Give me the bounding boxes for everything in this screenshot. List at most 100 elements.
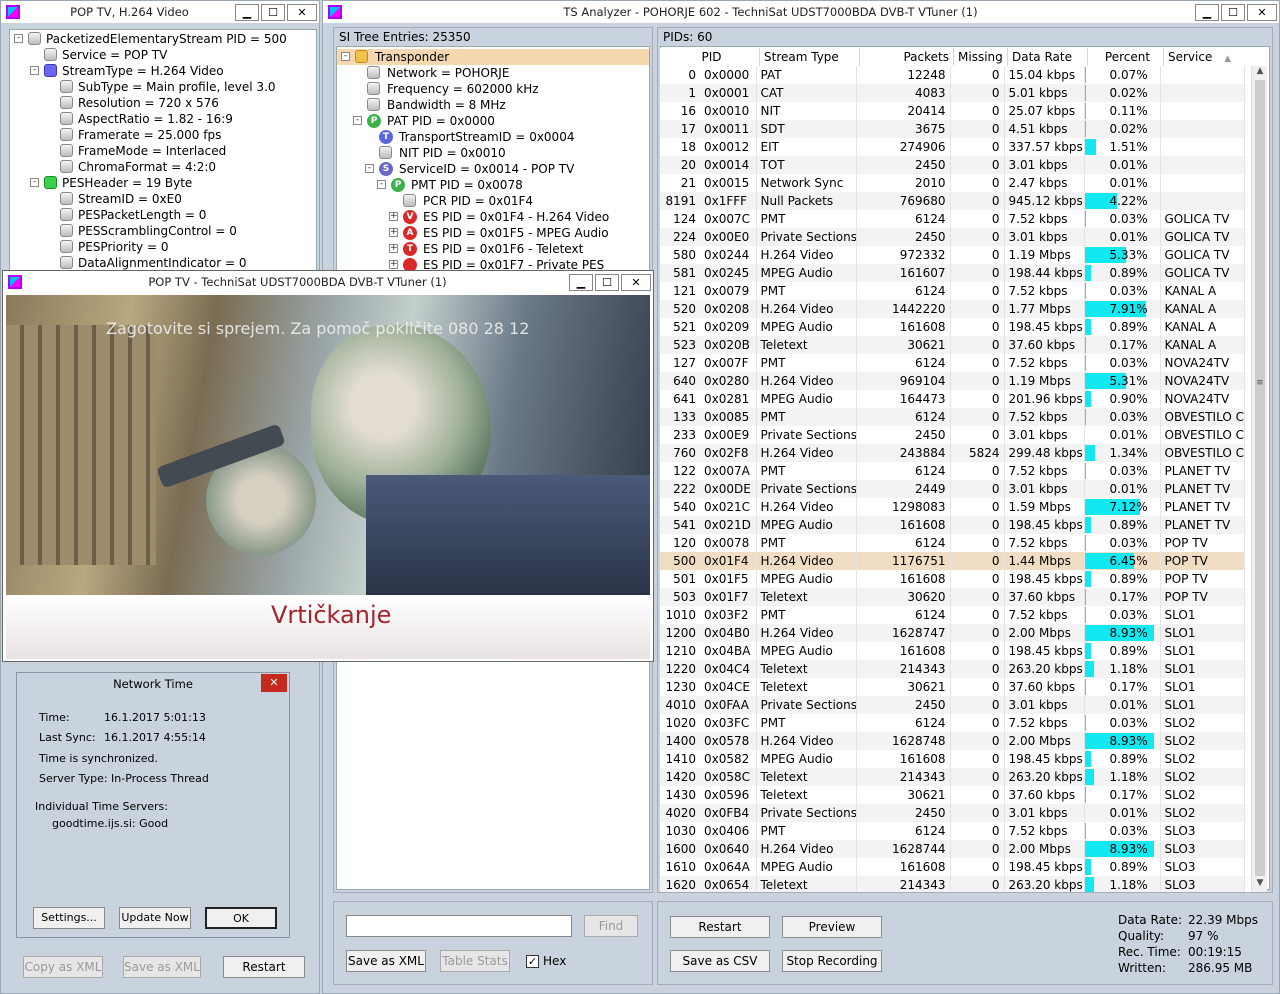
pid-row[interactable]: 540 0x021C H.264 Video 1298083 0 1.59 Mbps 7.1…	[660, 498, 1245, 516]
pid-row[interactable]: 1410 0x0582 MPEG Audio 161608 0 198.45 kbps 0.…	[660, 750, 1245, 768]
network-time-titlebar[interactable]: Network Time ✕	[17, 673, 289, 695]
pid-row[interactable]: 1020 0x03FC PMT 6124 0 7.52 kbps 0.03% SLO2	[660, 714, 1245, 732]
tree-expander-icon[interactable]: -	[377, 180, 386, 189]
pes-tree-node[interactable]: StreamID = 0xE0	[10, 191, 316, 207]
pes-save-as-xml-button[interactable]: Save as XML	[123, 956, 201, 978]
pids-table-body[interactable]: 0 0x0000 PAT 12248 0 15.04 kbps 0.07% 1 0x0001 CA…	[660, 66, 1251, 892]
preview-button[interactable]: Preview	[782, 916, 882, 938]
stop-recording-button[interactable]: Stop Recording	[782, 950, 882, 972]
pid-row[interactable]: 8191 0x1FFF Null Packets 769680 0 945.12 kbps…	[660, 192, 1245, 210]
pes-restart-button[interactable]: Restart	[223, 956, 305, 978]
si-tree-node[interactable]: NIT PID = 0x0010	[337, 145, 649, 161]
tree-expander-icon[interactable]: +	[389, 244, 398, 253]
hex-checkbox[interactable]: ✓	[526, 955, 539, 968]
maximize-icon[interactable]: ☐	[1221, 3, 1245, 21]
pes-tree-node[interactable]: Service = POP TV	[10, 47, 316, 63]
pes-tree-node[interactable]: Resolution = 720 x 576	[10, 95, 316, 111]
pes-tree-node[interactable]: DataAlignmentIndicator = 0	[10, 255, 316, 271]
tree-expander-icon[interactable]: -	[30, 66, 39, 75]
tree-expander-icon[interactable]: +	[389, 212, 398, 221]
tree-expander-icon[interactable]: -	[14, 34, 23, 43]
maximize-icon[interactable]: ☐	[261, 3, 285, 21]
save-as-csv-button[interactable]: Save as CSV	[670, 950, 770, 972]
pes-tree-node[interactable]: PESPacketLength = 0	[10, 207, 316, 223]
si-tree-node[interactable]: PCR PID = 0x01F4	[337, 193, 649, 209]
col-stream-type[interactable]: Stream Type	[760, 48, 860, 66]
pes-tree[interactable]: - PacketizedElementaryStream PID = 500 Ser…	[9, 29, 317, 274]
pes-tree-node[interactable]: - PESHeader = 19 Byte	[10, 175, 316, 191]
col-packets[interactable]: Packets	[860, 48, 954, 66]
pid-row[interactable]: 16 0x0010 NIT 20414 0 25.07 kbps 0.11%	[660, 102, 1245, 120]
pid-row[interactable]: 222 0x00DE Private Sections 2449 0 3.01 kbps 0…	[660, 480, 1245, 498]
tree-expander-icon[interactable]: +	[389, 260, 398, 269]
ok-button[interactable]: OK	[205, 907, 277, 929]
pid-row[interactable]: 233 0x00E9 Private Sections 2450 0 3.01 kbps 0…	[660, 426, 1245, 444]
dialog-close-icon[interactable]: ✕	[261, 674, 287, 692]
tree-expander-icon[interactable]: -	[341, 52, 350, 61]
si-tree-node[interactable]: Frequency = 602000 kHz	[337, 81, 649, 97]
pid-row[interactable]: 501 0x01F5 MPEG Audio 161608 0 198.45 kbps 0.8…	[660, 570, 1245, 588]
pes-tree-node[interactable]: SubType = Main profile, level 3.0	[10, 79, 316, 95]
pid-row[interactable]: 21 0x0015 Network Sync 2010 0 2.47 kbps 0.01%	[660, 174, 1245, 192]
pes-titlebar[interactable]: POP TV, H.264 Video ▁ ☐ ✕	[1, 1, 319, 23]
main-titlebar[interactable]: TS Analyzer - POHORJE 602 - TechniSat UD…	[323, 1, 1279, 23]
tree-expander-icon[interactable]: -	[353, 116, 362, 125]
pid-row[interactable]: 18 0x0012 EIT 274906 0 337.57 kbps 1.51%	[660, 138, 1245, 156]
pid-row[interactable]: 224 0x00E0 Private Sections 2450 0 3.01 kbps 0…	[660, 228, 1245, 246]
scroll-thumb[interactable]	[1255, 80, 1265, 876]
si-tree-node[interactable]: + T ES PID = 0x01F6 - Teletext	[337, 241, 649, 257]
tree-expander-icon[interactable]: -	[365, 164, 374, 173]
settings-button[interactable]: Settings...	[33, 907, 105, 929]
si-tree-node[interactable]: Network = POHORJE	[337, 65, 649, 81]
pid-row[interactable]: 122 0x007A PMT 6124 0 7.52 kbps 0.03% PLANET TV	[660, 462, 1245, 480]
pid-row[interactable]: 1430 0x0596 Teletext 30621 0 37.60 kbps 0.17% S…	[660, 786, 1245, 804]
minimize-icon[interactable]: ▁	[569, 273, 593, 291]
pids-scrollbar[interactable]: ▲ ≡ ▼	[1251, 66, 1267, 892]
table-stats-button[interactable]: Table Stats	[440, 950, 510, 972]
pid-row[interactable]: 503 0x01F7 Teletext 30620 0 37.60 kbps 0.17% PO…	[660, 588, 1245, 606]
pes-tree-node[interactable]: - PacketizedElementaryStream PID = 500	[10, 31, 316, 47]
pes-tree-node[interactable]: PESScramblingControl = 0	[10, 223, 316, 239]
pid-row[interactable]: 133 0x0085 PMT 6124 0 7.52 kbps 0.03% OBVESTILO…	[660, 408, 1245, 426]
pid-row[interactable]: 523 0x020B Teletext 30621 0 37.60 kbps 0.17% KA…	[660, 336, 1245, 354]
close-icon[interactable]: ✕	[621, 273, 651, 291]
tree-expander-icon[interactable]: +	[389, 228, 398, 237]
pes-tree-node[interactable]: ChromaFormat = 4:2:0	[10, 159, 316, 175]
video-titlebar[interactable]: POP TV - TechniSat UDST7000BDA DVB-T VTu…	[3, 271, 653, 293]
pid-row[interactable]: 1610 0x064A MPEG Audio 161608 0 198.45 kbps 0.…	[660, 858, 1245, 876]
find-input[interactable]	[346, 915, 572, 937]
pid-row[interactable]: 4010 0x0FAA Private Sections 2450 0 3.01 kbps…	[660, 696, 1245, 714]
pid-row[interactable]: 1400 0x0578 H.264 Video 1628748 0 2.00 Mbps 8.…	[660, 732, 1245, 750]
pid-row[interactable]: 20 0x0014 TOT 2450 0 3.01 kbps 0.01%	[660, 156, 1245, 174]
close-icon[interactable]: ✕	[287, 3, 317, 21]
pid-row[interactable]: 1420 0x058C Teletext 214343 0 263.20 kbps 1.18…	[660, 768, 1245, 786]
si-tree-node[interactable]: - P PMT PID = 0x0078	[337, 177, 649, 193]
col-percent[interactable]: Percent	[1088, 48, 1164, 66]
scroll-up-icon[interactable]: ▲	[1252, 66, 1268, 80]
minimize-icon[interactable]: ▁	[235, 3, 259, 21]
tree-expander-icon[interactable]: -	[30, 178, 39, 187]
pid-row[interactable]: 1620 0x0654 Teletext 214343 0 263.20 kbps 1.18…	[660, 876, 1245, 892]
pid-row[interactable]: 760 0x02F8 H.264 Video 243884 5824 299.48 kbp…	[660, 444, 1245, 462]
pid-row[interactable]: 640 0x0280 H.264 Video 969104 0 1.19 Mbps 5.31…	[660, 372, 1245, 390]
col-missing[interactable]: Missing	[954, 48, 1008, 66]
si-tree-node[interactable]: + V ES PID = 0x01F4 - H.264 Video	[337, 209, 649, 225]
pes-tree-node[interactable]: FrameMode = Interlaced	[10, 143, 316, 159]
si-tree-node[interactable]: - Transponder	[337, 49, 649, 65]
si-tree-node[interactable]: + A ES PID = 0x01F5 - MPEG Audio	[337, 225, 649, 241]
pid-row[interactable]: 520 0x0208 H.264 Video 1442220 0 1.77 Mbps 7.9…	[660, 300, 1245, 318]
pid-row[interactable]: 4020 0x0FB4 Private Sections 2450 0 3.01 kbps…	[660, 804, 1245, 822]
pid-row[interactable]: 541 0x021D MPEG Audio 161608 0 198.45 kbps 0.8…	[660, 516, 1245, 534]
pes-tree-node[interactable]: PESPriority = 0	[10, 239, 316, 255]
video-frame[interactable]: Zagotovite si sprejem. Za pomoč pokličit…	[6, 295, 650, 659]
pid-row[interactable]: 127 0x007F PMT 6124 0 7.52 kbps 0.03% NOVA24TV	[660, 354, 1245, 372]
pid-row[interactable]: 1210 0x04BA MPEG Audio 161608 0 198.45 kbps 0.…	[660, 642, 1245, 660]
maximize-icon[interactable]: ☐	[595, 273, 619, 291]
pid-row[interactable]: 580 0x0244 H.264 Video 972332 0 1.19 Mbps 5.33…	[660, 246, 1245, 264]
si-tree-node[interactable]: Bandwidth = 8 MHz	[337, 97, 649, 113]
si-save-as-xml-button[interactable]: Save as XML	[346, 950, 426, 972]
pid-row[interactable]: 1 0x0001 CAT 4083 0 5.01 kbps 0.02%	[660, 84, 1245, 102]
find-button[interactable]: Find	[584, 915, 638, 937]
pid-row[interactable]: 1600 0x0640 H.264 Video 1628744 0 2.00 Mbps 8.…	[660, 840, 1245, 858]
pid-row[interactable]: 1200 0x04B0 H.264 Video 1628747 0 2.00 Mbps 8.…	[660, 624, 1245, 642]
